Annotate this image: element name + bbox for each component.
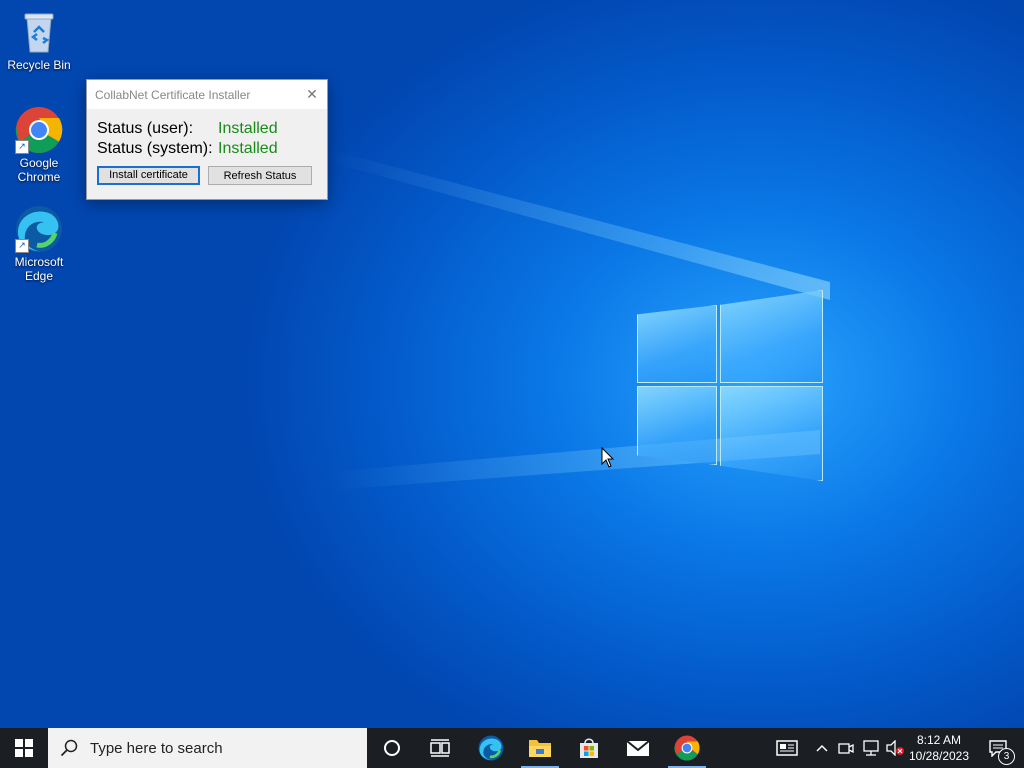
- volume-muted-icon: [886, 740, 904, 756]
- refresh-status-button[interactable]: Refresh Status: [208, 166, 312, 185]
- store-icon: [580, 738, 598, 758]
- chrome-icon: ↗: [15, 106, 63, 154]
- news-widget-button[interactable]: [772, 728, 802, 768]
- taskbar: Type here to search 8:12 AM 10/28/2023 3: [0, 728, 1024, 768]
- recycle-bin-icon: [15, 8, 63, 56]
- clock-time: 8:12 AM: [916, 733, 962, 747]
- taskbar-search-box[interactable]: Type here to search: [48, 728, 367, 768]
- desktop-icon-label: Google Chrome: [17, 156, 61, 184]
- task-view-button[interactable]: [418, 728, 462, 768]
- show-hidden-icons-button[interactable]: [812, 728, 832, 768]
- desktop: Recycle Bin ↗ Google Chrome ↗ Microsoft …: [0, 0, 1024, 728]
- desktop-icon-recycle-bin[interactable]: Recycle Bin: [3, 8, 75, 72]
- task-view-icon: [430, 739, 450, 757]
- start-button[interactable]: [0, 728, 48, 768]
- edge-icon: [478, 735, 504, 761]
- taskbar-app-edge[interactable]: [468, 728, 514, 768]
- status-user-value: Installed: [218, 120, 278, 137]
- search-placeholder: Type here to search: [90, 739, 223, 757]
- notification-count-badge: 3: [998, 748, 1015, 765]
- mail-icon: [626, 740, 650, 756]
- desktop-icon-label: Microsoft Edge: [14, 255, 64, 283]
- desktop-icon-microsoft-edge[interactable]: ↗ Microsoft Edge: [3, 205, 75, 283]
- file-explorer-icon: [529, 740, 551, 757]
- windows-start-icon: [15, 739, 33, 757]
- status-user-row: Status (user): Installed: [97, 120, 278, 138]
- status-user-label: Status (user):: [97, 120, 194, 137]
- clock-date: 10/28/2023: [908, 749, 970, 763]
- shortcut-arrow-icon: ↗: [15, 239, 29, 253]
- desktop-icon-label: Recycle Bin: [7, 58, 71, 72]
- volume-button[interactable]: [884, 728, 906, 768]
- dialog-title: CollabNet Certificate Installer: [95, 88, 251, 102]
- camera-icon: [838, 743, 854, 754]
- status-system-value: Installed: [218, 140, 278, 157]
- action-center-button[interactable]: 3: [978, 728, 1018, 768]
- network-button[interactable]: [860, 728, 882, 768]
- dialog-titlebar[interactable]: CollabNet Certificate Installer ✕: [87, 80, 327, 109]
- taskbar-app-store[interactable]: [566, 728, 612, 768]
- meet-now-button[interactable]: [836, 728, 856, 768]
- status-system-row: Status (system): Installed: [97, 140, 278, 158]
- chevron-up-icon: [816, 744, 828, 752]
- search-icon: [60, 739, 78, 757]
- edge-icon: ↗: [15, 205, 63, 253]
- chrome-icon: [674, 735, 700, 761]
- cortana-icon: [384, 740, 400, 756]
- cortana-button[interactable]: [370, 728, 414, 768]
- mouse-cursor-icon: [601, 446, 615, 474]
- shortcut-arrow-icon: ↗: [15, 140, 29, 154]
- taskbar-app-mail[interactable]: [615, 728, 661, 768]
- light-beam: [330, 150, 830, 300]
- status-system-label: Status (system):: [97, 140, 213, 157]
- network-icon: [863, 740, 879, 756]
- close-icon[interactable]: ✕: [303, 85, 321, 103]
- news-icon: [776, 740, 798, 756]
- taskbar-app-file-explorer[interactable]: [517, 728, 563, 768]
- install-certificate-button[interactable]: Install certificate: [97, 166, 200, 185]
- clock[interactable]: 8:12 AM 10/28/2023: [906, 728, 972, 768]
- certificate-installer-dialog: CollabNet Certificate Installer ✕ Status…: [86, 79, 328, 200]
- desktop-icon-google-chrome[interactable]: ↗ Google Chrome: [3, 106, 75, 184]
- taskbar-app-chrome[interactable]: [664, 728, 710, 768]
